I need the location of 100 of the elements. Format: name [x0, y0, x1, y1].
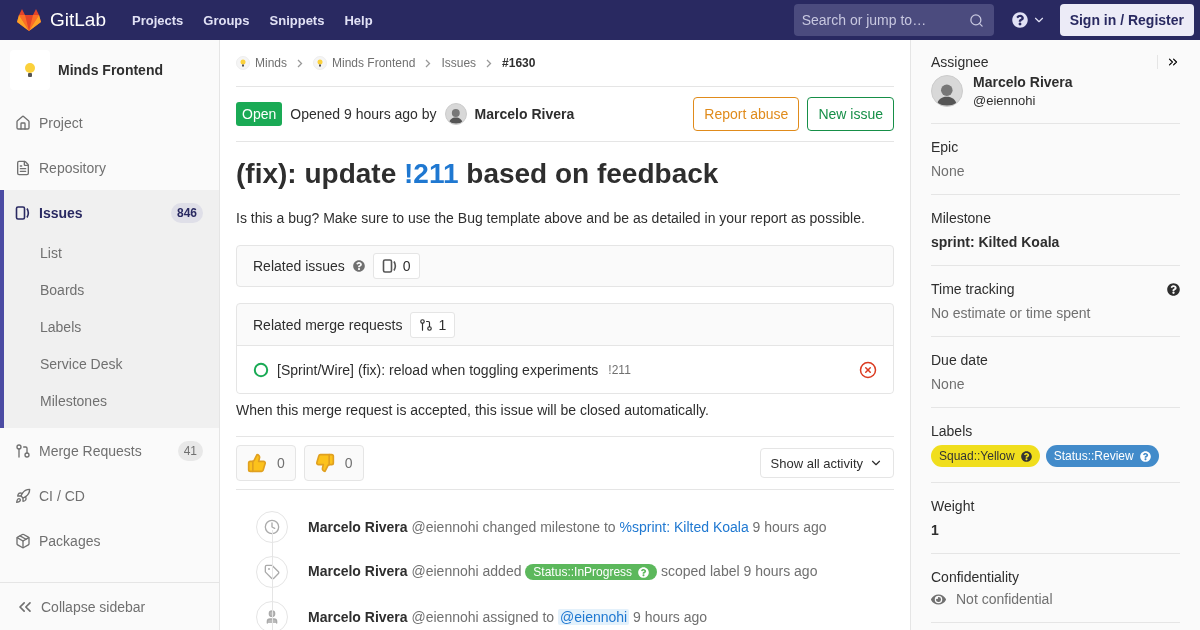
breadcrumb-link[interactable]: Minds Frontend	[313, 56, 416, 70]
sidebar-item[interactable]: Project	[4, 100, 219, 145]
block-value: Not confidential	[956, 591, 1053, 607]
block-heading: Labels	[931, 423, 973, 439]
timeline-entry: Marcelo Rivera @eiennohi assigned to @eiennohi 9 hours ago	[308, 608, 708, 625]
assignee-username: @eiennohi	[973, 93, 1037, 108]
block-heading: Confidentiality	[931, 569, 1019, 585]
fox-logo-icon[interactable]	[16, 8, 42, 32]
help-icon	[1139, 450, 1151, 462]
home-icon	[15, 114, 31, 131]
milestone-link[interactable]: %sprint: Kilted Koala	[619, 518, 749, 535]
issue-description: Is this a bug? Make sure to use the Bug template above and be as detailed in your report as possible.	[236, 210, 866, 226]
merge-request-link[interactable]: !211	[404, 158, 459, 189]
package-icon	[15, 532, 31, 549]
award-button[interactable]: 0	[303, 445, 364, 481]
activity-filter-dropdown[interactable]: Show all activity	[759, 448, 894, 478]
nav-link[interactable]: Snippets	[269, 12, 325, 28]
sidebar-subitem[interactable]: Milestones	[4, 383, 219, 420]
count-badge: 1	[410, 311, 456, 338]
search-icon	[968, 13, 984, 28]
project-name[interactable]: Minds Frontend	[58, 62, 163, 78]
status-badge: Open	[236, 102, 283, 126]
block-value: 1	[931, 522, 940, 538]
nav-link[interactable]: Projects	[132, 12, 184, 28]
block-value: No estimate or time spent	[931, 305, 1092, 321]
thumbs-down-icon	[314, 453, 335, 473]
timeline-entry: Marcelo Rivera @eiennohi added Status::InProgress scoped label 9 hours ago	[308, 563, 818, 580]
sidebar-item[interactable]: CI / CD	[4, 473, 219, 518]
remove-icon[interactable]	[859, 360, 877, 379]
author-link[interactable]: Marcelo Rivera	[474, 106, 575, 122]
block-heading: Weight	[931, 498, 975, 514]
double-chevron-icon	[1166, 55, 1180, 69]
closing-note: When this merge request is accepted, this issue will be closed automatically.	[236, 402, 710, 418]
open-status-icon	[253, 361, 269, 378]
count-badge: 846	[170, 202, 203, 223]
block-value: sprint: Kilted Koala	[931, 234, 1061, 250]
breadcrumb-link[interactable]: #1630	[502, 56, 536, 70]
sidebar-item[interactable]: Repository	[4, 145, 219, 190]
scoped-label[interactable]: Status::Review	[1045, 445, 1159, 467]
sidebar-item-label: Repository	[39, 159, 106, 176]
help-icon[interactable]	[1167, 282, 1180, 296]
sidebar-subitem[interactable]: List	[4, 235, 219, 272]
merge-request-link[interactable]: [Sprint/Wire] (fix): reload when toggling experiments	[277, 361, 599, 378]
sidebar-item[interactable]: Issues 846	[4, 190, 219, 235]
block-heading: Due date	[931, 352, 988, 368]
award-button[interactable]: 0	[236, 445, 296, 481]
sidebar-item-label: Project	[39, 114, 83, 131]
count-badge: 0	[372, 253, 420, 279]
file-icon	[15, 159, 31, 176]
new-issue-button[interactable]: New issue	[807, 97, 894, 131]
sidebar-item-label: Merge Requests	[39, 442, 142, 459]
breadcrumb-link[interactable]: Minds	[236, 56, 287, 70]
chevron-separator-icon	[425, 58, 432, 68]
lightbulb-icon	[24, 62, 36, 78]
avatar	[444, 103, 467, 125]
opened-text: Opened 9 hours ago by	[290, 106, 437, 122]
avatar	[931, 75, 963, 107]
merge-request-icon	[15, 442, 31, 459]
block-heading: Time tracking	[931, 281, 1015, 297]
search-field[interactable]: Search or jump to…	[793, 4, 994, 36]
merge-request-icon	[419, 317, 434, 332]
card-title: Related merge requests	[253, 316, 403, 333]
thumbs-up-icon	[247, 453, 267, 473]
count-badge: 41	[177, 440, 203, 461]
block-value: None	[931, 376, 966, 392]
sidebar-subitem[interactable]: Service Desk	[4, 346, 219, 383]
merge-request-ref: !211	[608, 362, 631, 377]
scoped-label[interactable]: Squad::Yellow	[931, 445, 1040, 467]
nav-link[interactable]: Groups	[203, 12, 250, 28]
logo-text[interactable]: GitLab	[50, 9, 106, 31]
person-icon	[264, 608, 280, 625]
help-icon	[1011, 12, 1028, 28]
sidebar-item-label: CI / CD	[39, 487, 85, 504]
issues-icon	[381, 258, 398, 274]
report-abuse-button[interactable]: Report abuse	[693, 97, 800, 131]
nav-link[interactable]: Help	[344, 12, 373, 28]
assignee-name[interactable]: Marcelo Rivera	[973, 74, 1073, 90]
sidebar-item-label: Issues	[39, 204, 83, 221]
help-icon	[638, 566, 650, 578]
issues-icon	[15, 204, 31, 221]
user-mention[interactable]: @eiennohi	[558, 608, 630, 625]
block-heading: Epic	[931, 139, 959, 155]
sidebar-item[interactable]: Merge Requests 41	[4, 428, 219, 473]
help-menu[interactable]	[1011, 12, 1046, 28]
sidebar-item-label: Packages	[39, 532, 101, 549]
expand-sidebar-button[interactable]	[1157, 55, 1180, 69]
clock-icon	[264, 518, 280, 535]
sidebar-subitem[interactable]: Labels	[4, 309, 219, 346]
rocket-icon	[15, 487, 31, 504]
sidebar-subitem[interactable]: Boards	[4, 272, 219, 309]
card-title: Related issues	[253, 258, 345, 274]
breadcrumb-link[interactable]: Issues	[441, 56, 477, 70]
block-heading: Assignee	[931, 54, 989, 70]
help-icon	[1020, 450, 1032, 462]
timeline-entry: Marcelo Rivera @eiennohi changed milestone to %sprint: Kilted Koala 9 hours ago	[308, 518, 827, 535]
sign-in-button[interactable]: Sign in / Register	[1059, 4, 1194, 36]
chevron-separator-icon	[297, 58, 303, 68]
block-value: None	[931, 163, 966, 179]
issue-title: (fix): update !211 based on feedback	[236, 158, 720, 190]
sidebar-item[interactable]: Packages	[4, 518, 219, 563]
